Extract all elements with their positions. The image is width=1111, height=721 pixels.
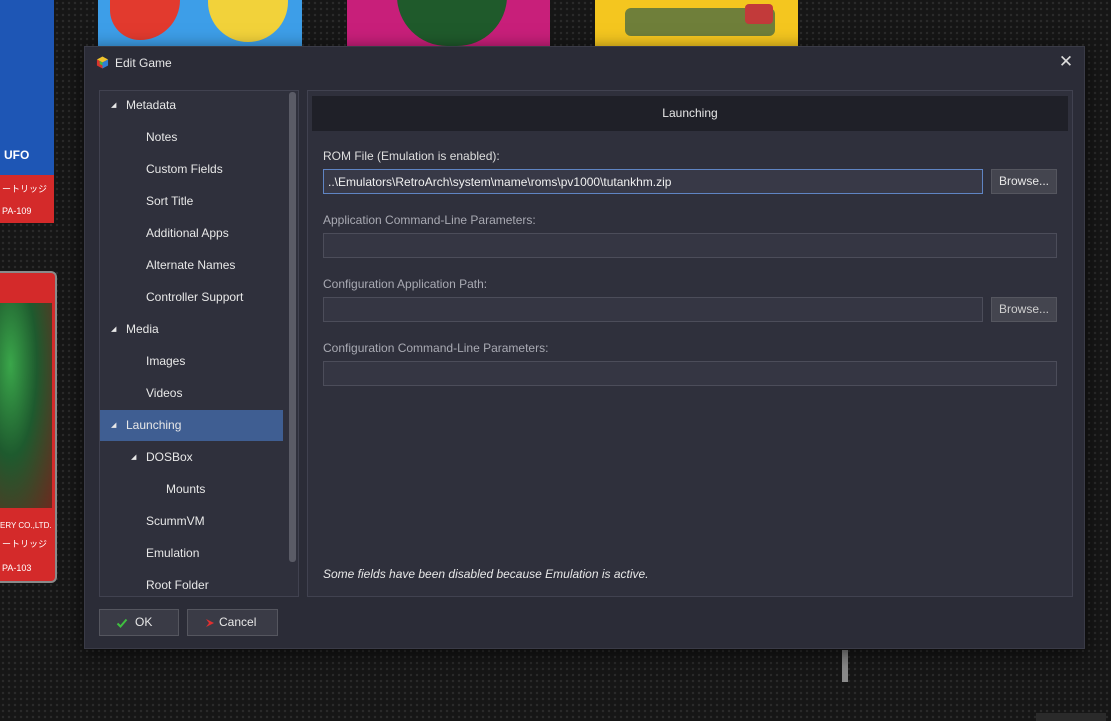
- tree-item-label: Launching: [126, 418, 182, 432]
- dialog-title: Edit Game: [115, 56, 172, 70]
- ok-button[interactable]: OK: [99, 609, 179, 636]
- game-cover-thumbnail[interactable]: [98, 0, 302, 46]
- tree-item-label: Controller Support: [146, 290, 244, 304]
- tree-item-label: DOSBox: [146, 450, 193, 464]
- app-params-input[interactable]: [323, 233, 1057, 258]
- rom-file-label: ROM File (Emulation is enabled):: [323, 149, 500, 163]
- tree-item-label: Additional Apps: [146, 226, 229, 240]
- tree-item-additional-apps[interactable]: Additional Apps: [100, 218, 283, 249]
- section-header: Launching: [312, 96, 1068, 131]
- tree-item-label: Metadata: [126, 98, 177, 112]
- tree-item-sort-title[interactable]: Sort Title: [100, 186, 283, 217]
- tree-item-scummvm[interactable]: ScummVM: [100, 506, 283, 537]
- section-tree: ◢ Metadata Notes Custom Fields Sort Title Add…: [99, 90, 299, 597]
- tree-item-root-folder[interactable]: Root Folder: [100, 570, 283, 596]
- config-path-input[interactable]: [323, 297, 983, 322]
- cover-code-text: PA-103: [2, 563, 32, 573]
- cancel-button[interactable]: Cancel: [187, 609, 278, 636]
- checkmark-icon: [116, 618, 128, 628]
- cover-code-text: PA-109: [2, 206, 32, 216]
- cover-logo-text: UFO: [4, 148, 30, 162]
- tree-item-custom-fields[interactable]: Custom Fields: [100, 154, 283, 185]
- game-cover-thumbnail[interactable]: UFO ートリッジ PA-109: [0, 0, 54, 223]
- game-cover-thumbnail[interactable]: [347, 0, 550, 46]
- config-browse-button[interactable]: Browse...: [991, 297, 1057, 322]
- tree-item-label: Notes: [146, 130, 178, 144]
- app-params-label: Application Command-Line Parameters:: [323, 213, 536, 227]
- tree-expander-icon[interactable]: ◢: [111, 314, 121, 345]
- config-path-label: Configuration Application Path:: [323, 277, 488, 291]
- config-params-label: Configuration Command-Line Parameters:: [323, 341, 549, 355]
- dialog-titlebar[interactable]: Edit Game ✕: [85, 47, 1084, 78]
- tree-item-alternate-names[interactable]: Alternate Names: [100, 250, 283, 281]
- tree-item-launching[interactable]: ◢ Launching: [100, 410, 283, 441]
- tree-item-mounts[interactable]: Mounts: [100, 474, 283, 505]
- background-panel-edge: [1036, 713, 1106, 721]
- tree-item-videos[interactable]: Videos: [100, 378, 283, 409]
- tree-item-label: Videos: [146, 386, 183, 400]
- tree-item-label: ScummVM: [146, 514, 205, 528]
- background-scroll-indicator: [842, 650, 848, 682]
- tree-item-label: Root Folder: [146, 578, 209, 592]
- tree-item-label: Alternate Names: [146, 258, 236, 272]
- launching-panel: Launching ROM File (Emulation is enabled…: [307, 90, 1073, 597]
- ok-label: OK: [135, 615, 153, 629]
- cancel-arrow-icon: [206, 619, 214, 627]
- tree-item-dosbox[interactable]: ◢ DOSBox: [100, 442, 283, 473]
- rom-file-input[interactable]: [323, 169, 983, 194]
- launchbox-cube-icon: [96, 56, 109, 69]
- tree-item-label: Mounts: [166, 482, 206, 496]
- cover-subtitle-text: ートリッジ: [2, 184, 48, 194]
- tree-item-label: Media: [126, 322, 159, 336]
- edit-game-dialog: Edit Game ✕ ◢ Metadata Notes Custom Fields S…: [84, 46, 1085, 649]
- cancel-label: Cancel: [219, 615, 257, 629]
- close-icon[interactable]: ✕: [1054, 52, 1078, 74]
- emulation-notice: Some fields have been disabled because E…: [323, 567, 649, 581]
- tree-item-label: Sort Title: [146, 194, 194, 208]
- tree-item-emulation[interactable]: Emulation: [100, 538, 283, 569]
- tree-item-metadata[interactable]: ◢ Metadata: [100, 91, 283, 121]
- game-cover-thumbnail[interactable]: ERY CO.,LTD. ートリッジ PA-103: [0, 271, 57, 583]
- cover-publisher-text: ERY CO.,LTD.: [0, 521, 52, 530]
- tree-item-label: Custom Fields: [146, 162, 223, 176]
- tree-item-notes[interactable]: Notes: [100, 122, 283, 153]
- tree-item-label: Images: [146, 354, 186, 368]
- tree-scrollbar[interactable]: [289, 92, 296, 562]
- game-cover-thumbnail[interactable]: [595, 0, 798, 46]
- tree-item-controller-support[interactable]: Controller Support: [100, 282, 283, 313]
- tree-item-label: Emulation: [146, 546, 200, 560]
- rom-browse-button[interactable]: Browse...: [991, 169, 1057, 194]
- tree-item-media[interactable]: ◢ Media: [100, 314, 283, 345]
- tree-expander-icon[interactable]: ◢: [111, 91, 121, 121]
- cover-subtitle-text: ートリッジ: [2, 539, 48, 549]
- tree-expander-icon[interactable]: ◢: [131, 442, 141, 473]
- tree-expander-icon[interactable]: ◢: [111, 410, 121, 441]
- tree-item-images[interactable]: Images: [100, 346, 283, 377]
- config-params-input[interactable]: [323, 361, 1057, 386]
